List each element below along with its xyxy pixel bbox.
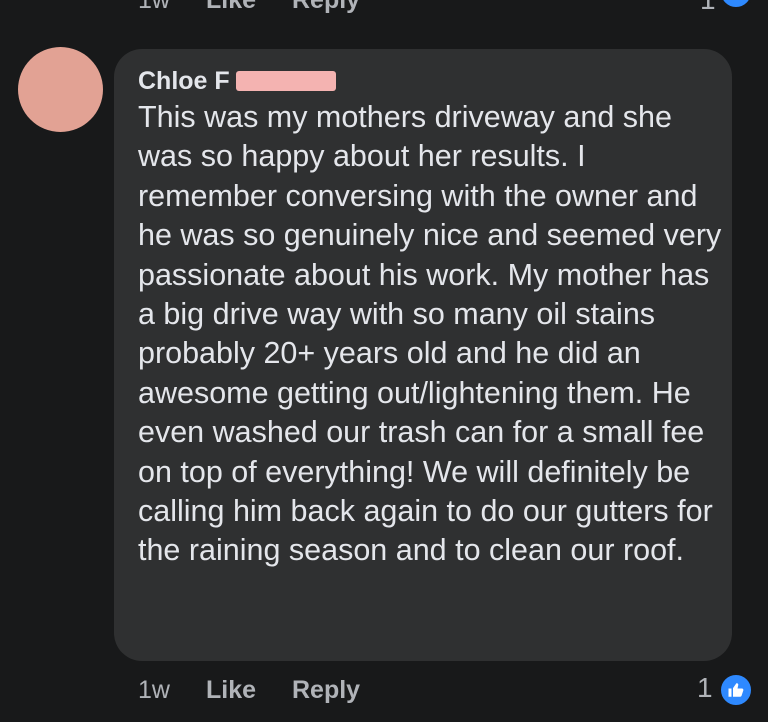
previous-comment-like-button[interactable]: Like bbox=[206, 0, 256, 15]
like-button[interactable]: Like bbox=[206, 676, 256, 705]
reaction-count[interactable]: 1 bbox=[697, 672, 713, 704]
thumbs-up-icon bbox=[718, 0, 754, 10]
comment-actions: 1w Like Reply 1 bbox=[0, 672, 768, 712]
previous-comment-reply-button[interactable]: Reply bbox=[292, 0, 360, 15]
previous-comment-timestamp: 1w bbox=[138, 0, 170, 14]
previous-comment-actions: 1w Like Reply 1 bbox=[0, 0, 768, 16]
reply-button[interactable]: Reply bbox=[292, 676, 360, 705]
previous-comment-reaction-count[interactable]: 1 bbox=[700, 0, 716, 16]
name-redaction bbox=[235, 71, 336, 91]
avatar[interactable] bbox=[18, 47, 103, 132]
comment-author[interactable]: Chloe F bbox=[138, 62, 336, 100]
author-name[interactable]: Chloe F bbox=[138, 67, 230, 96]
comment-timestamp[interactable]: 1w bbox=[138, 676, 170, 705]
comment-text: This was my mothers driveway and she was… bbox=[138, 100, 722, 568]
thumbs-up-icon[interactable] bbox=[718, 672, 754, 708]
